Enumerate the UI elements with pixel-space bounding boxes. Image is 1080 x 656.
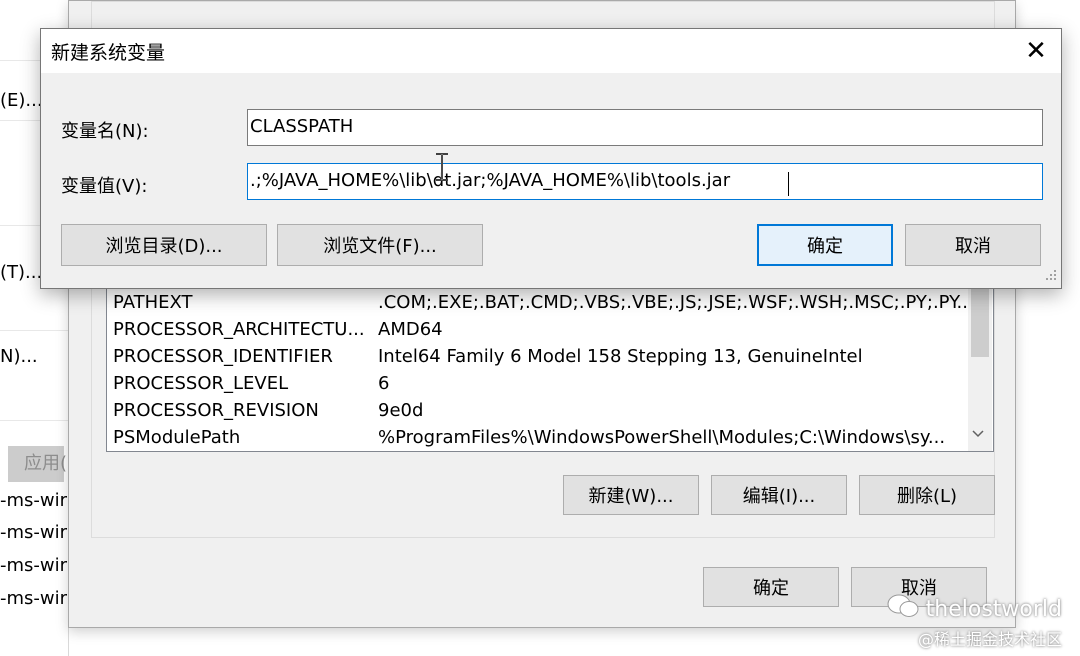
close-icon[interactable]: ✕: [1011, 29, 1061, 73]
scrollbar-thumb[interactable]: [971, 289, 989, 357]
list-item: -ms-wir: [0, 555, 68, 576]
variable-name: PSModulePath: [113, 427, 241, 448]
table-row[interactable]: PROCESSOR_IDENTIFIER Intel64 Family 6 Mo…: [107, 343, 969, 370]
watermark: thelostworld @稀土掘金技术社区: [886, 592, 1062, 650]
dialog-title: 新建系统变量: [51, 42, 166, 64]
env-ok-button[interactable]: 确定: [703, 567, 839, 607]
watermark-brand: thelostworld: [925, 596, 1062, 622]
delete-variable-button[interactable]: 删除(L): [859, 475, 995, 515]
variable-value: 9e0d: [378, 400, 424, 421]
variable-name: PROCESSOR_LEVEL: [113, 373, 289, 394]
variable-name: PATHEXT: [113, 292, 193, 313]
dialog-ok-button[interactable]: 确定: [757, 224, 893, 266]
left-fragment-new[interactable]: N)...: [0, 346, 38, 367]
list-item: -ms-wir: [0, 522, 68, 543]
table-row[interactable]: PROCESSOR_LEVEL 6: [107, 370, 969, 397]
divider: [0, 330, 68, 331]
variable-name-input[interactable]: CLASSPATH: [247, 109, 1043, 146]
variable-value-label: 变量值(V):: [61, 176, 148, 197]
text-cursor-icon: [432, 152, 452, 182]
dialog-titlebar: 新建系统变量 ✕: [41, 29, 1061, 73]
edit-variable-button[interactable]: 编辑(I)...: [711, 475, 847, 515]
left-fragment-edit[interactable]: (E)...: [0, 90, 43, 111]
variable-value: AMD64: [378, 319, 443, 340]
table-row[interactable]: PSModulePath %ProgramFiles%\WindowsPower…: [107, 424, 969, 451]
list-scrollbar[interactable]: [968, 287, 992, 451]
variable-name: PROCESSOR_ARCHITECTU...: [113, 319, 365, 340]
dialog-cancel-button[interactable]: 取消: [905, 224, 1041, 266]
variable-value: 6: [378, 373, 390, 394]
list-item: -ms-wir: [0, 490, 68, 511]
variable-value: Intel64 Family 6 Model 158 Stepping 13, …: [378, 346, 863, 367]
system-variables-list[interactable]: PATHEXT .COM;.EXE;.BAT;.CMD;.VBS;.VBE;.J…: [106, 286, 994, 452]
variable-name: PROCESSOR_REVISION: [113, 400, 319, 421]
resize-grip-icon[interactable]: [1045, 269, 1057, 284]
browse-directory-button[interactable]: 浏览目录(D)...: [61, 224, 267, 266]
chevron-down-icon[interactable]: [971, 427, 985, 443]
variable-name: PROCESSOR_IDENTIFIER: [113, 346, 333, 367]
list-item: -ms-wir: [0, 588, 68, 609]
table-row[interactable]: PROCESSOR_ARCHITECTU... AMD64: [107, 316, 969, 343]
new-system-variable-dialog: 新建系统变量 ✕ 变量名(N): CLASSPATH 变量值(V): .;%JA…: [40, 28, 1062, 289]
table-row[interactable]: PATHEXT .COM;.EXE;.BAT;.CMD;.VBS;.VBE;.J…: [107, 289, 969, 316]
text-caret: [788, 172, 789, 196]
wechat-icon: [886, 592, 920, 626]
table-row[interactable]: PROCESSOR_REVISION 9e0d: [107, 397, 969, 424]
variable-value: .COM;.EXE;.BAT;.CMD;.VBS;.VBE;.JS;.JSE;.…: [378, 292, 968, 313]
browse-file-button[interactable]: 浏览文件(F)...: [277, 224, 483, 266]
left-fragment-text[interactable]: (T)...: [0, 262, 42, 283]
variable-name-label: 变量名(N):: [61, 121, 149, 142]
divider: [0, 420, 68, 421]
new-variable-button[interactable]: 新建(W)...: [563, 475, 699, 515]
variable-value-input[interactable]: .;%JAVA_HOME%\lib\dt.jar;%JAVA_HOME%\lib…: [247, 163, 1043, 200]
watermark-credit: @稀土掘金技术社区: [917, 630, 1062, 649]
variable-value: %ProgramFiles%\WindowsPowerShell\Modules…: [378, 427, 946, 448]
apply-button[interactable]: 应用(: [8, 446, 67, 482]
